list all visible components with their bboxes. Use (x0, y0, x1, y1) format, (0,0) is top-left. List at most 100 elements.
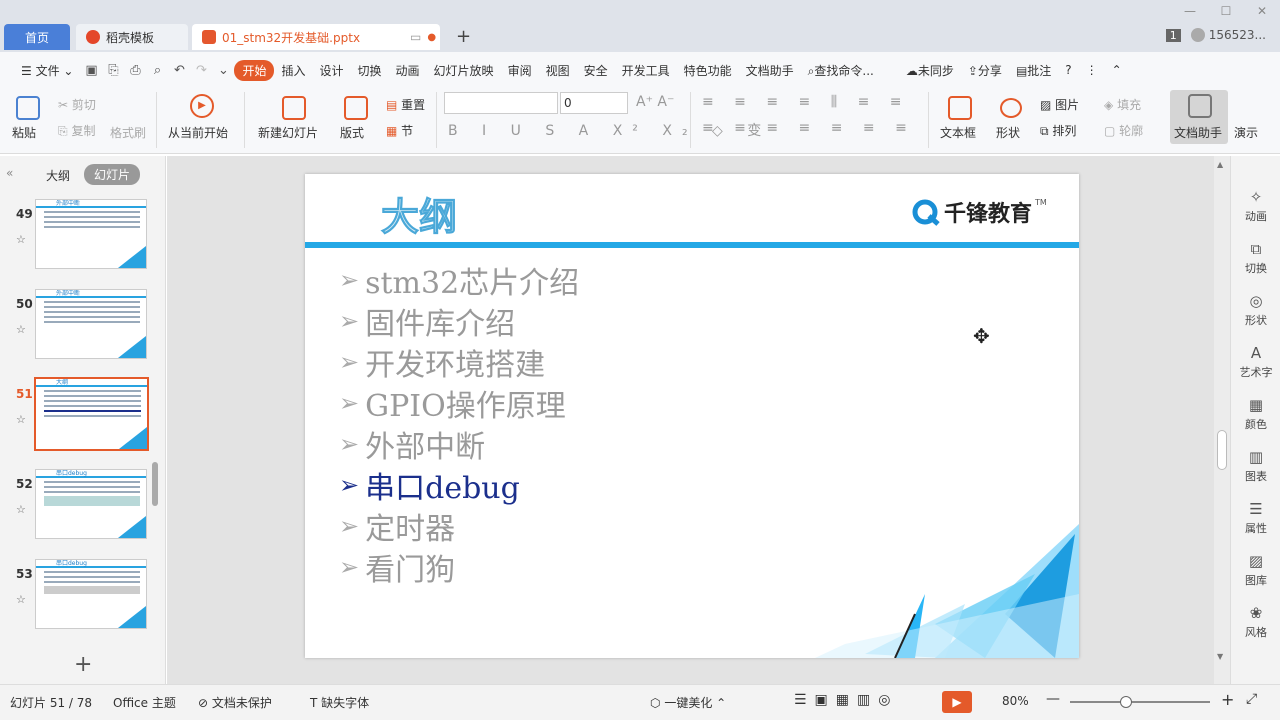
menu-view[interactable]: 视图 (539, 62, 577, 79)
textbox-icon[interactable] (948, 96, 972, 120)
picture-button[interactable]: ▨ 图片 (1040, 96, 1079, 113)
bullet-item[interactable]: ➢ stm32芯片介绍 (339, 258, 579, 302)
fit-window-icon[interactable]: ⤢ (1246, 691, 1257, 707)
arrange-button[interactable]: ⧉ 排列 (1040, 122, 1076, 139)
reset-button[interactable]: ▤ 重置 (386, 96, 425, 113)
slide-thumb-52[interactable]: 52 ☆ 串口debug (0, 469, 166, 549)
paragraph-align-icons[interactable]: ≡ ≡ ≡ ≡ ≡ ≡ ≡ (702, 120, 915, 136)
beautify-button[interactable]: ⬡ 一键美化 ⌃ (650, 694, 726, 711)
save-icon[interactable]: ▣ (80, 63, 102, 78)
slide[interactable]: 大纲 千锋教育 TM ➢ stm32芯片介绍 ➢ 固件库介绍 ➢ 开发环境搭建 ➢ GP… (305, 174, 1079, 658)
font-family-select[interactable] (444, 92, 558, 114)
rp-color[interactable]: ▦ 颜色 (1231, 396, 1280, 432)
bullet-item[interactable]: ➢ GPIO操作原理 (339, 381, 566, 425)
close-icon[interactable]: ✕ (1244, 0, 1280, 22)
font-size-select[interactable]: 0 (560, 92, 628, 114)
present-button[interactable]: 演示 (1234, 124, 1258, 141)
menu-slideshow[interactable]: 幻灯片放映 (427, 62, 501, 79)
rp-style[interactable]: ❀ 风格 (1231, 604, 1280, 640)
grow-font-icon[interactable]: A⁺ A⁻ (636, 94, 674, 110)
shape-button[interactable]: 形状 (996, 124, 1020, 141)
play-button[interactable]: ▶ (942, 691, 972, 713)
menu-devtools[interactable]: 开发工具 (615, 62, 677, 79)
print-icon[interactable]: ⎙ (124, 63, 146, 78)
tab-outline[interactable]: 大纲 (46, 167, 70, 184)
menu-security[interactable]: 安全 (577, 62, 615, 79)
paste-button[interactable]: 粘贴 (12, 124, 36, 141)
bullet-item-highlighted[interactable]: ➢ 串口debug (339, 463, 520, 507)
slide-thumb-50[interactable]: 50 ☆ 外部中断 (0, 289, 166, 369)
new-slide-icon[interactable] (282, 96, 306, 120)
slide-thumb-53[interactable]: 53 ☆ 串口debug (0, 559, 166, 639)
menu-transition[interactable]: 切换 (351, 62, 389, 79)
canvas-scrollbar[interactable]: ▲ ▼ (1214, 156, 1230, 684)
window-count-badge[interactable]: 1 (1165, 28, 1181, 42)
bullet-item[interactable]: ➢ 外部中断 (339, 422, 485, 466)
tab-document[interactable]: 01_stm32开发基础.pptx ▭ ● (192, 24, 440, 50)
more-quick-icon[interactable]: ⌄ (212, 63, 234, 78)
scroll-down-icon[interactable]: ▼ (1217, 652, 1223, 661)
slide-thumb-51[interactable]: 51 ☆ 大纲 (0, 377, 166, 459)
tab-daoke[interactable]: 稻壳模板 (76, 24, 188, 50)
rp-wordart[interactable]: A 艺术字 (1231, 344, 1280, 380)
rp-property[interactable]: ☰ 属性 (1231, 500, 1280, 536)
copy-button[interactable]: ⎘ 复制 (58, 122, 95, 139)
from-current-button[interactable]: 从当前开始 (168, 124, 228, 141)
export-icon[interactable]: ⎘ (102, 63, 124, 78)
sync-button[interactable]: ☁未同步 (899, 62, 961, 79)
zoom-slider[interactable] (1070, 701, 1210, 703)
layout-button[interactable]: 版式 (340, 124, 364, 141)
tab-slides[interactable]: 幻灯片 (84, 164, 141, 185)
menu-special[interactable]: 特色功能 (677, 62, 739, 79)
collapse-panel-icon[interactable]: « (6, 166, 13, 180)
minimize-icon[interactable]: — (1172, 0, 1208, 22)
zoom-level[interactable]: 80% (1002, 694, 1029, 708)
fill-button[interactable]: ◈ 填充 (1104, 96, 1141, 113)
slide-thumb-49[interactable]: 49 ☆ 外部中断 (0, 199, 166, 279)
outline-button[interactable]: ▢ 轮廓 (1104, 122, 1143, 139)
theme-name[interactable]: Office 主题 (113, 694, 176, 711)
redo-icon[interactable]: ↷ (190, 63, 212, 78)
menu-animation[interactable]: 动画 (389, 62, 427, 79)
new-tab-button[interactable]: + (456, 26, 471, 47)
rp-gallery[interactable]: ▨ 图库 (1231, 552, 1280, 588)
bullet-item[interactable]: ➢ 定时器 (339, 504, 455, 548)
section-button[interactable]: ▦ 节 (386, 122, 413, 139)
menu-review[interactable]: 审阅 (501, 62, 539, 79)
comment-button[interactable]: ▤批注 (1009, 62, 1058, 79)
preview-icon[interactable]: ⌕ (146, 63, 168, 78)
layout-icon[interactable] (344, 96, 368, 120)
rp-transition[interactable]: ⧉ 切换 (1231, 240, 1280, 276)
format-painter-button[interactable]: 格式刷 (110, 124, 146, 141)
search-command[interactable]: ⌕查找命令... (801, 62, 881, 79)
scroll-thumb[interactable] (1217, 430, 1227, 470)
menu-file[interactable]: ☰ 文件 ⌄ (14, 62, 80, 79)
scroll-up-icon[interactable]: ▲ (1217, 160, 1223, 169)
paragraph-list-icons[interactable]: ≡ ≡ ≡ ≡ ⫼ ≡ ≡ (702, 94, 910, 110)
bullet-item[interactable]: ➢ 开发环境搭建 (339, 340, 545, 384)
cut-button[interactable]: ✂ 剪切 (58, 96, 96, 113)
view-mode-icons[interactable]: ☰▣▦▥◎ (794, 692, 898, 708)
play-from-current-icon[interactable]: ▶ (190, 94, 214, 118)
rp-shape[interactable]: ◎ 形状 (1231, 292, 1280, 328)
paste-icon[interactable] (16, 96, 40, 120)
help-icon[interactable]: ? (1058, 63, 1078, 77)
rp-chart[interactable]: ▥ 图表 (1231, 448, 1280, 484)
new-slide-button[interactable]: 新建幻灯片 (258, 124, 318, 141)
undo-icon[interactable]: ↶ (168, 63, 190, 78)
more-icon[interactable]: ⋮ (1079, 63, 1105, 77)
panel-scrollbar[interactable] (152, 462, 158, 506)
bullet-item[interactable]: ➢ 固件库介绍 (339, 299, 515, 343)
bullet-item[interactable]: ➢ 看门狗 (339, 545, 455, 589)
collapse-ribbon-icon[interactable]: ⌃ (1105, 63, 1129, 77)
tab-home[interactable]: 首页 (4, 24, 70, 50)
textbox-button[interactable]: 文本框 (940, 124, 976, 141)
user-area[interactable]: 156523... (1190, 28, 1266, 42)
maximize-icon[interactable]: ☐ (1208, 0, 1244, 22)
zoom-out-icon[interactable]: — (1046, 691, 1060, 707)
menu-insert[interactable]: 插入 (274, 62, 312, 79)
zoom-in-icon[interactable]: + (1221, 690, 1234, 709)
monitor-icon[interactable]: ▭ (410, 30, 421, 44)
share-button[interactable]: ⇪分享 (961, 62, 1009, 79)
rp-animation[interactable]: ✧ 动画 (1231, 188, 1280, 224)
